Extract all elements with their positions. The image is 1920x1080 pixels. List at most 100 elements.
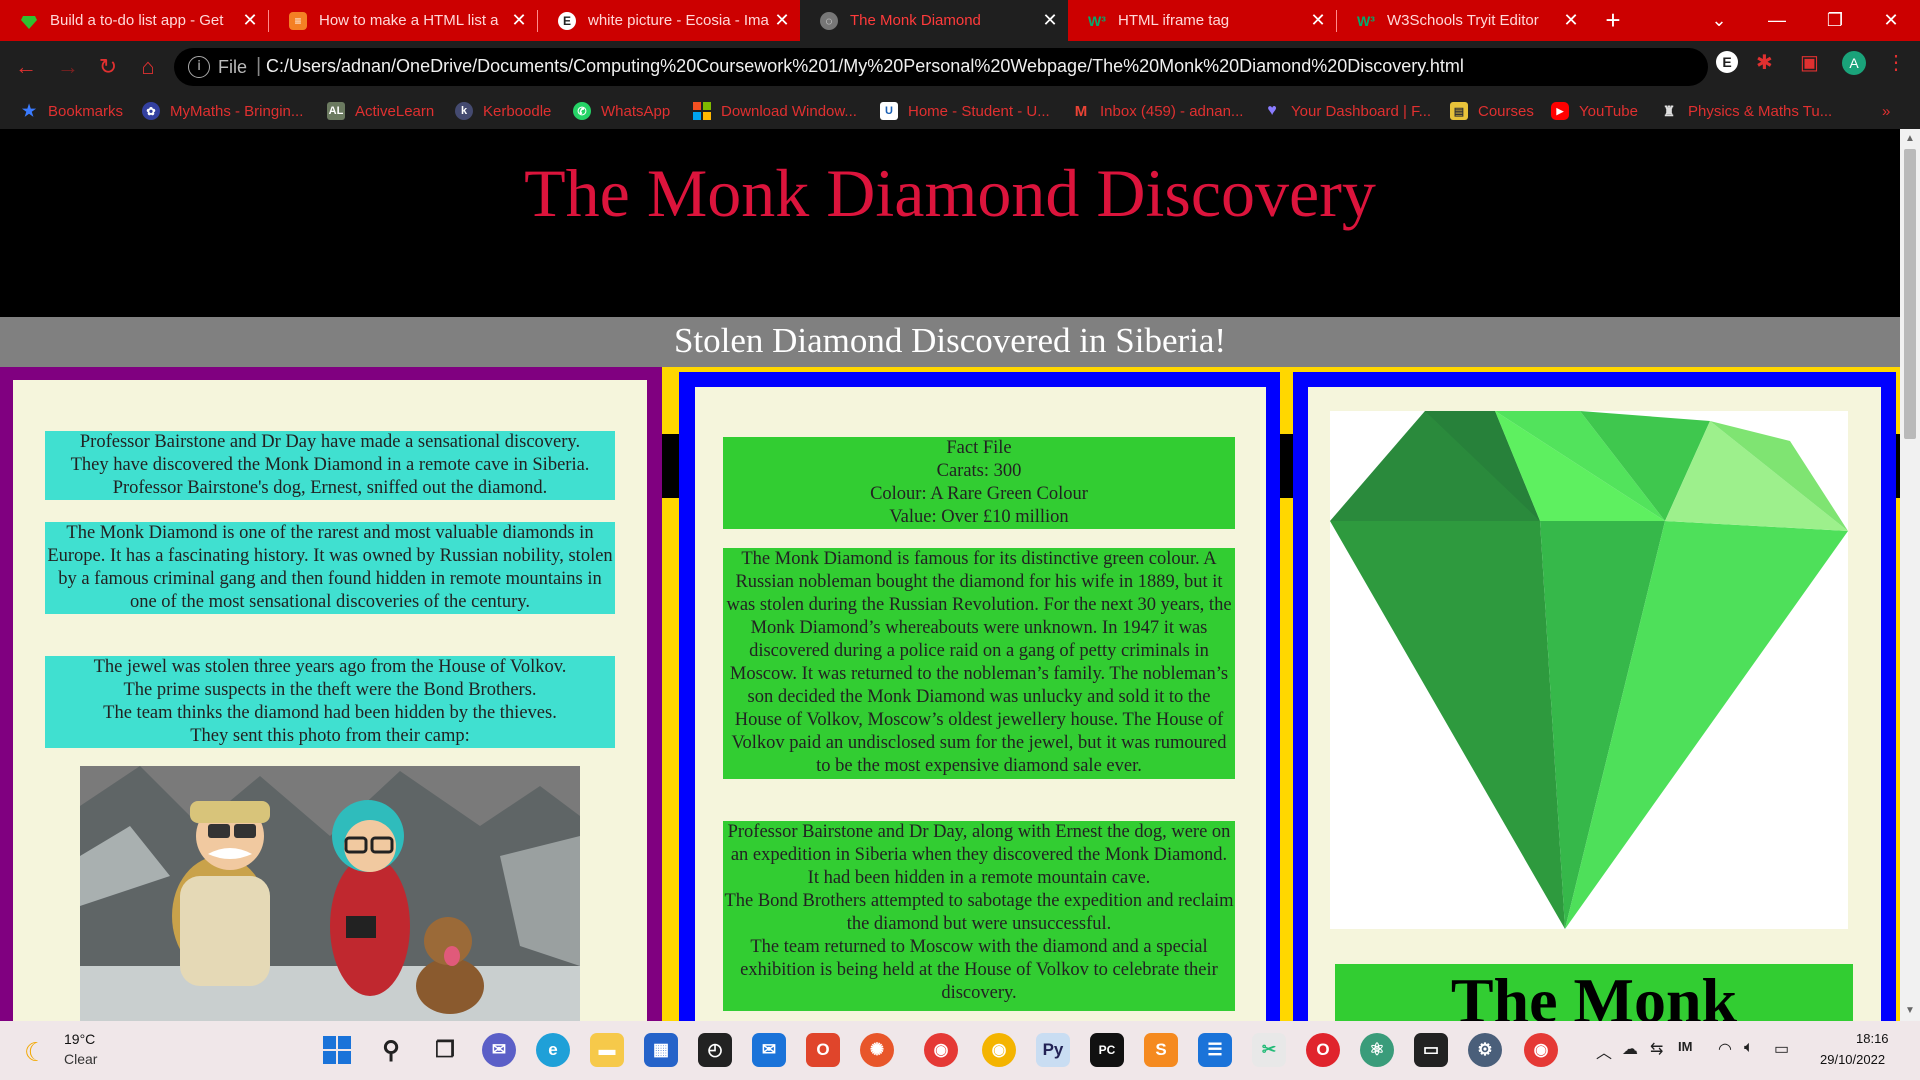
back-button[interactable]: ← <box>10 51 42 83</box>
scheme-label: File <box>218 57 248 77</box>
tab-iframe-tag[interactable]: W³ HTML iframe tag ✕ <box>1068 0 1336 41</box>
reload-button[interactable]: ↻ <box>92 51 124 83</box>
bookmark-label: Your Dashboard | F... <box>1291 102 1432 120</box>
ime-icon[interactable]: IM <box>1678 1039 1692 1054</box>
scroll-thumb[interactable] <box>1904 149 1916 439</box>
chrome-canary-icon[interactable]: ◉ <box>982 1033 1016 1067</box>
w3schools-icon: W³ <box>1088 12 1106 29</box>
tab-html-list[interactable]: ≡ How to make a HTML list a ✕ <box>269 0 537 41</box>
edge-icon[interactable]: e <box>536 1033 570 1067</box>
file-explorer-icon[interactable]: ▬ <box>590 1033 624 1067</box>
teams-chat-icon[interactable]: ✉ <box>482 1033 516 1067</box>
forward-button[interactable]: → <box>52 51 84 83</box>
url-text[interactable]: C:/Users/adnan/OneDrive/Documents/Comput… <box>266 56 1464 77</box>
python-icon[interactable]: Py <box>1036 1033 1070 1067</box>
text-block: The Monk Diamond is famous for its disti… <box>726 549 1232 776</box>
camp-photo <box>80 766 580 1021</box>
volume-icon[interactable]: 🔈︎ <box>1744 1039 1754 1057</box>
page-scrollbar[interactable]: ▲ ▼ <box>1900 129 1920 1021</box>
bookmark-whatsapp[interactable]: ✆ WhatsApp <box>573 93 670 129</box>
tray-overflow-icon[interactable]: ︿ <box>1596 1039 1612 1063</box>
snipping-icon[interactable]: ✂ <box>1252 1033 1286 1067</box>
pycharm-icon[interactable]: PC <box>1090 1033 1124 1067</box>
tab-todo-app[interactable]: Build a to-do list app - Get ✕ <box>0 0 268 41</box>
start-icon[interactable] <box>320 1033 354 1067</box>
scroll-up-icon[interactable]: ▲ <box>1904 133 1916 144</box>
clock-time[interactable]: 18:16 <box>1856 1031 1889 1046</box>
address-divider: | <box>256 55 262 77</box>
sync-icon[interactable]: ⇆ <box>1650 1039 1663 1059</box>
speedometer-icon[interactable]: ◴ <box>698 1033 732 1067</box>
tab-monk-diamond[interactable]: ◌ The Monk Diamond ✕ <box>800 0 1068 41</box>
close-icon[interactable]: ✕ <box>772 10 792 31</box>
bookmarks-overflow-button[interactable]: » <box>1882 93 1890 129</box>
tab-search-button[interactable]: ⌄ <box>1690 0 1748 41</box>
chrome-icon[interactable]: ◉ <box>924 1033 958 1067</box>
bookmark-pmt[interactable]: ♜ Physics & Maths Tu... <box>1660 93 1833 129</box>
close-icon[interactable]: ✕ <box>509 10 529 31</box>
close-icon[interactable]: ✕ <box>240 10 260 31</box>
bookmark-label: MyMaths - Bringin... <box>170 102 304 120</box>
bookmark-label: Physics & Maths Tu... <box>1688 102 1833 120</box>
bookmark-mymaths[interactable]: ✿ MyMaths - Bringin... <box>142 93 303 129</box>
bookmark-label: Inbox (459) - adnan... <box>1100 102 1244 120</box>
office-icon[interactable]: O <box>806 1033 840 1067</box>
ubuntu-icon[interactable]: ✺ <box>860 1033 894 1067</box>
terminal-icon[interactable]: ▭ <box>1414 1033 1448 1067</box>
page-viewport: The Monk Diamond Discovery Stolen Diamon… <box>0 129 1900 1021</box>
settings-gear-icon[interactable]: ⚙ <box>1468 1033 1502 1067</box>
middle-column: Fact File Carats: 300 Colour: A Rare Gre… <box>695 387 1266 1021</box>
history-paragraph: The Monk Diamond is famous for its disti… <box>723 548 1235 779</box>
store-icon[interactable]: ▦ <box>644 1033 678 1067</box>
task-view-icon[interactable]: ❐ <box>428 1033 462 1067</box>
weather-temp[interactable]: 19°C <box>64 1031 95 1047</box>
bookmark-courses[interactable]: ▤ Courses <box>1450 93 1534 129</box>
diamond-image <box>1330 411 1848 929</box>
bookmark-dashboard[interactable]: ♥ Your Dashboard | F... <box>1263 93 1431 129</box>
ecosia-extension-icon[interactable]: E <box>1716 51 1738 73</box>
chrome-profile-icon[interactable]: ◉ <box>1524 1033 1558 1067</box>
new-tab-button[interactable]: + <box>1598 6 1628 36</box>
minimize-button[interactable]: — <box>1748 0 1806 41</box>
notepad-icon[interactable]: ☰ <box>1198 1033 1232 1067</box>
search-icon[interactable]: ⚲ <box>374 1033 408 1067</box>
close-icon[interactable]: ✕ <box>1308 10 1328 31</box>
close-window-button[interactable]: ✕ <box>1862 0 1920 41</box>
wifi-icon[interactable]: ◠ <box>1718 1039 1732 1059</box>
address-bar[interactable]: i File | C:/Users/adnan/OneDrive/Documen… <box>174 48 1708 86</box>
weather-condition[interactable]: Clear <box>64 1051 97 1067</box>
mail-icon[interactable]: ✉ <box>752 1033 786 1067</box>
profile-avatar[interactable]: A <box>1842 51 1866 75</box>
restore-button[interactable]: ❐ <box>1806 0 1864 41</box>
bookmark-youtube[interactable]: ▶ YouTube <box>1551 93 1638 129</box>
bookmark-unifrog[interactable]: U Home - Student - U... <box>880 93 1050 129</box>
opera-icon[interactable]: O <box>1306 1033 1340 1067</box>
clock-date[interactable]: 29/10/2022 <box>1820 1052 1885 1067</box>
onedrive-icon[interactable]: ☁ <box>1622 1039 1638 1059</box>
sidepanel-icon[interactable]: ▣ <box>1800 50 1819 75</box>
tab-title: HTML iframe tag <box>1118 12 1230 29</box>
close-icon[interactable]: ✕ <box>1561 10 1581 31</box>
tab-tryit-editor[interactable]: W³ W3Schools Tryit Editor ✕ <box>1337 0 1589 41</box>
bookmark-kerboodle[interactable]: k Kerboodle <box>455 93 551 129</box>
text-line: Professor Bairstone and Dr Day, along wi… <box>727 822 1231 865</box>
intro-paragraph: Professor Bairstone and Dr Day have made… <box>45 431 615 500</box>
close-icon[interactable]: ✕ <box>1040 10 1060 31</box>
atom-icon[interactable]: ⚛ <box>1360 1033 1394 1067</box>
home-button[interactable]: ⌂ <box>132 51 164 83</box>
fact-value: Value: Over £10 million <box>889 507 1069 527</box>
diamond-icon <box>1330 411 1848 929</box>
sublime-icon[interactable]: S <box>1144 1033 1178 1067</box>
bookmark-bookmarks[interactable]: ★ Bookmarks <box>20 93 123 129</box>
extension-puzzle-icon[interactable]: ✱ <box>1756 50 1773 75</box>
bookmark-gmail[interactable]: M Inbox (459) - adnan... <box>1072 93 1244 129</box>
battery-icon[interactable]: ▭ <box>1774 1039 1789 1059</box>
w3schools-icon: W³ <box>1357 12 1375 29</box>
bookmark-activelearn[interactable]: AL ActiveLearn <box>327 93 434 129</box>
menu-kebab-icon[interactable]: ⋮ <box>1886 50 1906 75</box>
info-icon[interactable]: i <box>188 56 210 78</box>
bookmark-download-windows[interactable]: Download Window... <box>693 93 857 129</box>
tab-ecosia[interactable]: E white picture - Ecosia - Ima ✕ <box>538 0 800 41</box>
scroll-down-icon[interactable]: ▼ <box>1904 1005 1916 1016</box>
moon-icon[interactable]: ☾ <box>24 1037 47 1068</box>
